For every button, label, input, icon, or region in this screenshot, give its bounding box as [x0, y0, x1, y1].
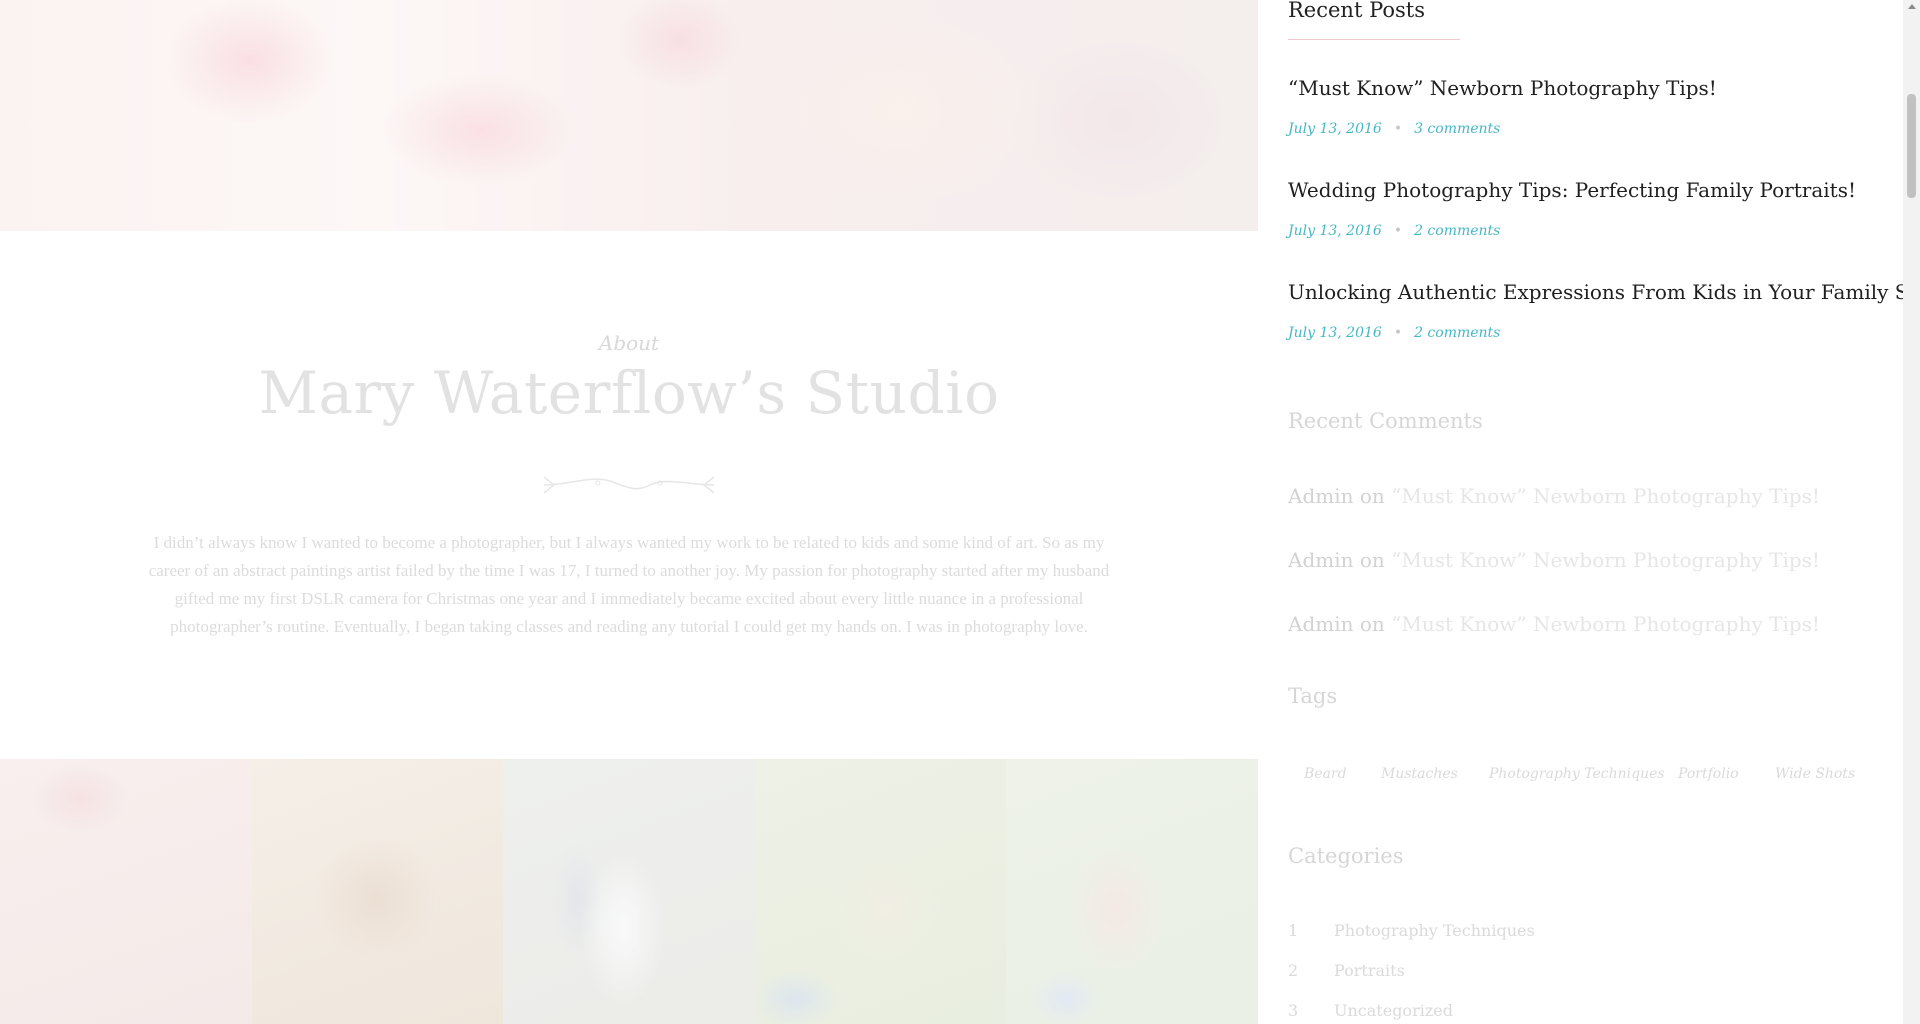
- comment-item: Admin on “Must Know” Newborn Photography…: [1288, 484, 1820, 508]
- recent-posts-title: Recent Posts: [1288, 0, 1425, 22]
- post-date[interactable]: July 13, 2016: [1288, 121, 1382, 137]
- category-link[interactable]: Portraits: [1334, 961, 1405, 980]
- recent-comments-title: Recent Comments: [1288, 409, 1483, 433]
- vertical-scrollbar[interactable]: [1903, 0, 1920, 1024]
- comment-author: Admin: [1288, 548, 1354, 572]
- recent-post-title[interactable]: “Must Know” Newborn Photography Tips!: [1288, 76, 1717, 100]
- comment-post-link[interactable]: “Must Know” Newborn Photography Tips!: [1391, 484, 1820, 508]
- tag-cloud: Beard Mustaches Photography Techniques P…: [1288, 766, 1888, 802]
- about-eyebrow: About: [598, 331, 660, 355]
- comment-author: Admin: [1288, 484, 1354, 508]
- comment-post-link[interactable]: “Must Know” Newborn Photography Tips!: [1391, 548, 1820, 572]
- about-title: Mary Waterflow’s Studio: [258, 359, 1000, 427]
- categories-title: Categories: [1288, 844, 1404, 868]
- comment-on: on: [1359, 612, 1385, 636]
- post-comments-link[interactable]: 2 comments: [1414, 325, 1500, 341]
- post-date[interactable]: July 13, 2016: [1288, 325, 1382, 341]
- hero-image: [0, 0, 1258, 231]
- scrollbar-thumb[interactable]: [1907, 94, 1916, 198]
- gallery-image-family[interactable]: [1006, 759, 1258, 1024]
- comment-item: Admin on “Must Know” Newborn Photography…: [1288, 548, 1820, 572]
- divider-ornament-icon: [543, 476, 715, 494]
- comment-on: on: [1359, 548, 1385, 572]
- tag-link[interactable]: Wide Shots: [1775, 766, 1855, 782]
- comment-on: on: [1359, 484, 1385, 508]
- photo-gallery: [0, 759, 1258, 1024]
- recent-post-meta: July 13, 2016 • 3 comments: [1288, 121, 1500, 137]
- recent-post-title[interactable]: Unlocking Authentic Expressions From Kid…: [1288, 280, 1920, 304]
- post-date[interactable]: July 13, 2016: [1288, 223, 1382, 239]
- meta-separator-icon: •: [1393, 223, 1403, 239]
- tag-link[interactable]: Beard: [1304, 766, 1347, 782]
- main-content: About Mary Waterflow’s Studio I didn’t a…: [0, 0, 1258, 1024]
- meta-separator-icon: •: [1393, 325, 1403, 341]
- post-comments-link[interactable]: 2 comments: [1414, 223, 1500, 239]
- tag-link[interactable]: Mustaches: [1381, 766, 1458, 782]
- recent-post-meta: July 13, 2016 • 2 comments: [1288, 325, 1500, 341]
- category-link[interactable]: Photography Techniques: [1334, 921, 1535, 940]
- meta-separator-icon: •: [1393, 121, 1403, 137]
- scroll-up-arrow-icon[interactable]: [1908, 4, 1916, 9]
- about-section: About Mary Waterflow’s Studio I didn’t a…: [0, 231, 1258, 759]
- comment-author: Admin: [1288, 612, 1354, 636]
- category-number: 1: [1288, 921, 1299, 940]
- recent-post-title[interactable]: Wedding Photography Tips: Perfecting Fam…: [1288, 178, 1856, 202]
- tags-title: Tags: [1288, 684, 1338, 708]
- tag-link[interactable]: Photography Techniques: [1489, 766, 1665, 782]
- recent-post-meta: July 13, 2016 • 2 comments: [1288, 223, 1500, 239]
- gallery-image-newborn[interactable]: [0, 759, 252, 1024]
- gallery-image-wedding-couple[interactable]: [503, 759, 755, 1024]
- title-underline: [1288, 39, 1460, 40]
- category-number: 3: [1288, 1001, 1299, 1020]
- comment-item: Admin on “Must Know” Newborn Photography…: [1288, 612, 1820, 636]
- gallery-image-baby-basket[interactable]: [251, 759, 504, 1024]
- post-comments-link[interactable]: 3 comments: [1414, 121, 1500, 137]
- category-number: 2: [1288, 961, 1299, 980]
- tag-link[interactable]: Portfolio: [1678, 766, 1739, 782]
- gallery-image-mother-child[interactable]: [754, 759, 1007, 1024]
- comment-post-link[interactable]: “Must Know” Newborn Photography Tips!: [1391, 612, 1820, 636]
- category-link[interactable]: Uncategorized: [1334, 1001, 1453, 1020]
- sidebar: Recent Posts “Must Know” Newborn Photogr…: [1288, 0, 1920, 1024]
- about-paragraph: I didn’t always know I wanted to become …: [148, 533, 1110, 636]
